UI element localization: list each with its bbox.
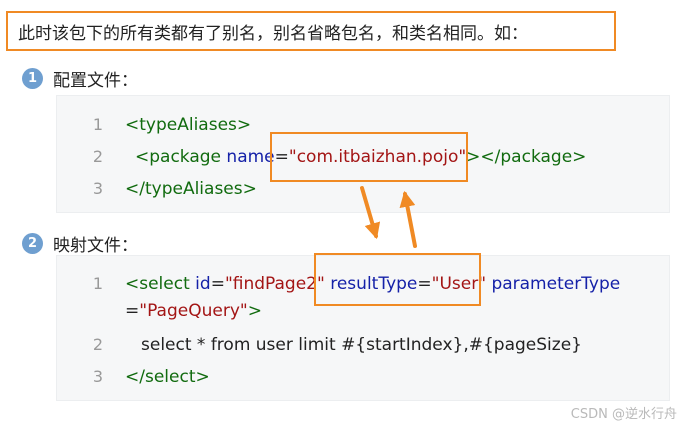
up-arrow (399, 190, 417, 248)
watermark: CSDN @逆水行舟 (570, 407, 677, 422)
connector-arrows (360, 186, 417, 248)
down-arrow (360, 186, 381, 240)
